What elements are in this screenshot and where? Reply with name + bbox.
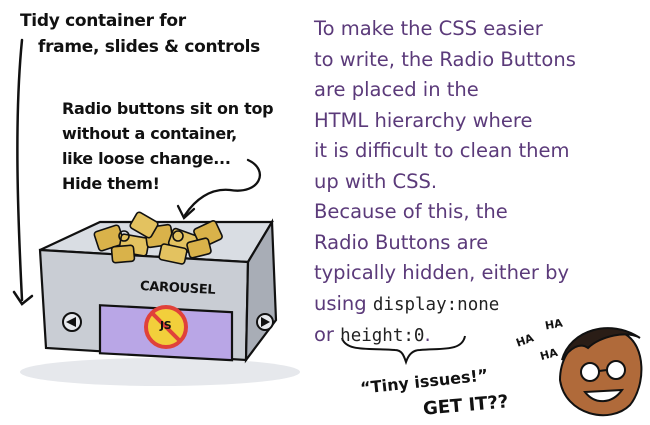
explanation-line: typically hidden, either by (314, 261, 570, 284)
explanation-line: up with CSS. (314, 169, 438, 193)
explanation-line: it is difficult to clean them (314, 139, 570, 162)
explanation-line: Radio Buttons are (314, 230, 489, 254)
explanation-line: Because of this, the (314, 200, 508, 223)
arrow-right-icon (256, 313, 274, 331)
container-note: Tidy container for frame, slides & contr… (20, 8, 280, 60)
radio-note-line: without a container, (62, 124, 237, 143)
js-badge: JS (160, 319, 172, 332)
period: . (424, 323, 431, 346)
using-prefix: using (314, 291, 373, 315)
radio-note: Radio buttons sit on top without a conta… (62, 96, 282, 196)
code-height-zero: height:0 (340, 326, 425, 346)
or-prefix: or (314, 323, 341, 346)
container-note-line: Tidy container for (20, 11, 186, 31)
explanation-line: to write, the Radio Buttons (314, 47, 576, 71)
code-display-none: display:none (372, 294, 500, 315)
container-note-line: frame, slides & controls (38, 37, 260, 57)
radio-note-line: Hide them! (62, 174, 160, 193)
arrow-left-icon (62, 312, 82, 332)
radio-note-line: like loose change... (62, 149, 231, 168)
radio-note-line: Radio buttons sit on top (62, 99, 274, 118)
container-arrow (16, 38, 24, 302)
explanation-line: are placed in the (314, 78, 479, 101)
explanation-line: HTML hierarchy where (314, 108, 533, 132)
explanation-text: To make the CSS easier to write, the Rad… (314, 14, 644, 352)
explanation-line-display: using display:none (314, 289, 644, 321)
explanation-line-height: or height:0. (314, 320, 644, 352)
explanation-line: To make the CSS easier (314, 17, 543, 40)
